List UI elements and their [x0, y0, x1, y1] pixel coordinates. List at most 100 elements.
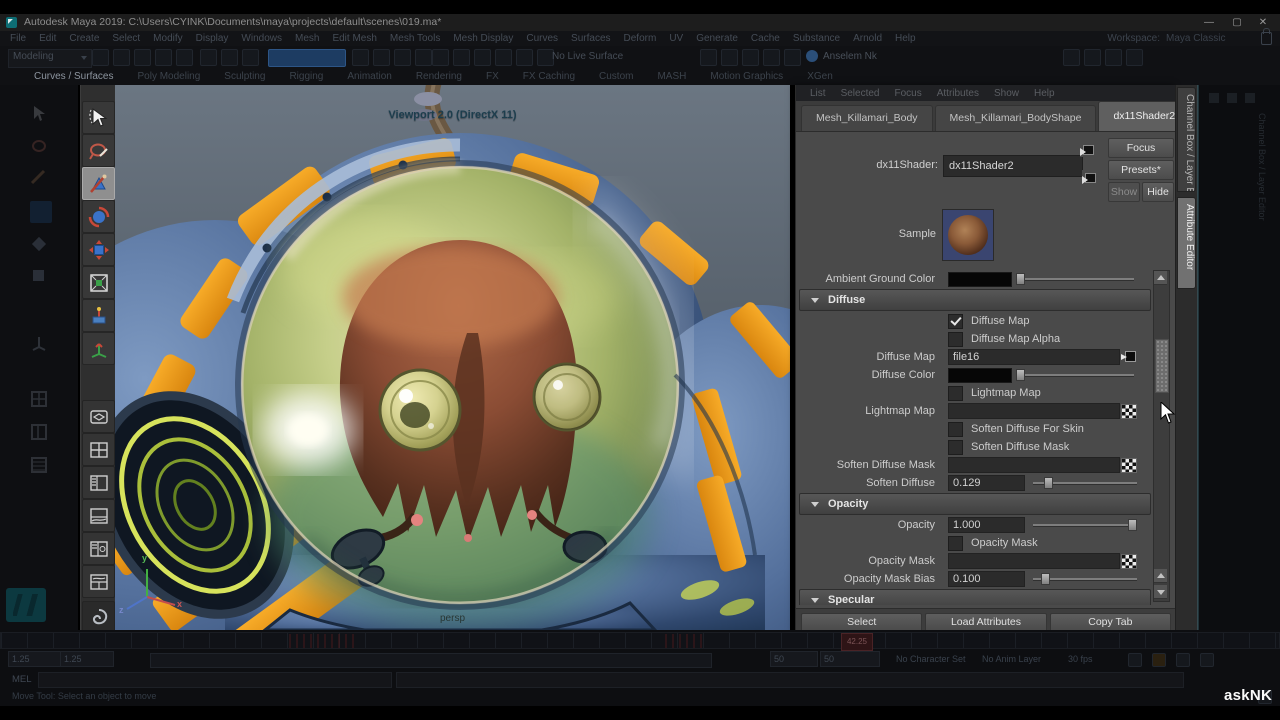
layout-three-pane-button[interactable] — [82, 565, 115, 598]
section-diffuse[interactable]: Diffuse — [799, 289, 1151, 311]
soften-diffuse-for-skin-checkbox[interactable] — [948, 422, 963, 437]
file-buttons-group[interactable] — [92, 49, 197, 66]
ae-menu-show[interactable]: Show — [994, 88, 1019, 99]
ambient-ground-color-swatch[interactable] — [948, 272, 1012, 287]
fps-dropdown[interactable]: 30 fps — [1068, 654, 1093, 664]
layout-four-pane-button[interactable] — [82, 433, 115, 466]
shelf-tab-xgen[interactable]: XGen — [807, 71, 833, 82]
menu-item-windows[interactable]: Windows — [241, 33, 282, 44]
layout-single-pane-button[interactable] — [82, 400, 115, 433]
ae-menu-focus[interactable]: Focus — [894, 88, 921, 99]
diffuse-color-swatch[interactable] — [948, 368, 1012, 383]
tab-mesh-killamari-body[interactable]: Mesh_Killamari_Body — [801, 105, 933, 131]
menu-item-surfaces[interactable]: Surfaces — [571, 33, 610, 44]
diffuse-map-alpha-checkbox[interactable] — [948, 332, 963, 347]
section-specular[interactable]: Specular — [799, 589, 1151, 605]
ae-menu-attributes[interactable]: Attributes — [937, 88, 979, 99]
diffuse-map-checkbox[interactable] — [948, 314, 963, 329]
shelf-tab-motion-graphics[interactable]: Motion Graphics — [710, 71, 783, 82]
minimize-button[interactable]: — — [1198, 17, 1220, 28]
history-icons-group[interactable] — [432, 49, 558, 66]
character-set-label[interactable]: No Character Set — [896, 654, 966, 664]
opacity-slider[interactable] — [1033, 518, 1137, 532]
menu-item-file[interactable]: File — [10, 33, 26, 44]
opacity-mask-checkbox[interactable] — [948, 536, 963, 551]
loop-icon[interactable] — [1128, 653, 1142, 667]
scroll-down-icon[interactable] — [1154, 585, 1167, 599]
graph-icon[interactable] — [1152, 653, 1166, 667]
ambient-ground-color-slider[interactable] — [1016, 272, 1134, 286]
menu-item-substance[interactable]: Substance — [793, 33, 840, 44]
soften-diffuse-mask-checkbox[interactable] — [948, 440, 963, 455]
active-input-highlight[interactable] — [268, 49, 346, 67]
soften-diffuse-value-field[interactable]: 0.129 — [948, 475, 1025, 491]
anim-layer-label[interactable]: No Anim Layer — [982, 654, 1041, 664]
menu-item-mesh-display[interactable]: Mesh Display — [453, 33, 513, 44]
ae-menu-help[interactable]: Help — [1034, 88, 1055, 99]
scale-tool-icon[interactable] — [82, 266, 115, 299]
attribute-editor-tab[interactable]: Attribute Editor — [1177, 197, 1196, 289]
section-opacity[interactable]: Opacity — [799, 493, 1151, 515]
shelf-tab-rendering[interactable]: Rendering — [416, 71, 462, 82]
menu-item-deform[interactable]: Deform — [624, 33, 657, 44]
ae-menu-list[interactable]: List — [810, 88, 826, 99]
tab-mesh-killamari-bodyshape[interactable]: Mesh_Killamari_BodyShape — [935, 105, 1097, 131]
lightmap-map-checker-icon[interactable] — [1121, 404, 1137, 419]
render-icons-group[interactable] — [700, 49, 805, 66]
attribute-scrollbar[interactable] — [1153, 270, 1170, 602]
menu-item-help[interactable]: Help — [895, 33, 916, 44]
menu-item-cache[interactable]: Cache — [751, 33, 780, 44]
shelf-tab-custom[interactable]: Custom — [599, 71, 633, 82]
ae-menu-selected[interactable]: Selected — [841, 88, 880, 99]
lasso-select-tool-icon[interactable] — [82, 134, 115, 167]
lightmap-map-field[interactable] — [948, 403, 1120, 419]
notes-icon[interactable] — [1080, 142, 1097, 157]
anim-start-field[interactable]: 1.25 — [60, 651, 114, 667]
diffuse-map-texture-icon[interactable] — [1121, 350, 1136, 363]
mel-label[interactable]: MEL — [12, 674, 32, 685]
layout-outliner-persp-button[interactable] — [82, 466, 115, 499]
selection-mode-group[interactable] — [200, 49, 263, 66]
shelf-tab-animation[interactable]: Animation — [347, 71, 391, 82]
scroll-up2-icon[interactable] — [1154, 569, 1167, 583]
menu-item-modify[interactable]: Modify — [153, 33, 182, 44]
menu-item-mesh-tools[interactable]: Mesh Tools — [390, 33, 440, 44]
lightmap-map-checkbox[interactable] — [948, 386, 963, 401]
layout-persp-graph-button[interactable] — [82, 499, 115, 532]
menu-set-dropdown[interactable]: Modeling — [8, 49, 92, 68]
opacity-mask-field[interactable] — [948, 553, 1120, 569]
menu-item-uv[interactable]: UV — [669, 33, 683, 44]
hide-button[interactable]: Hide — [1142, 182, 1174, 202]
soft-mod-tool-icon[interactable] — [82, 299, 115, 332]
menu-item-arnold[interactable]: Arnold — [853, 33, 882, 44]
rotate-tool-icon[interactable] — [82, 233, 115, 266]
presets-button[interactable]: Presets* — [1108, 160, 1174, 180]
channel-box-layer-editor-tab[interactable]: Channel Box / Layer Editor — [1177, 87, 1196, 192]
anim-end-field[interactable]: 50 — [770, 651, 818, 667]
opacity-mask-checker-icon[interactable] — [1121, 554, 1137, 569]
close-button[interactable]: ✕ — [1252, 17, 1274, 28]
scroll-up-icon[interactable] — [1154, 271, 1167, 285]
paint-select-tool-icon[interactable] — [82, 167, 115, 200]
menu-item-select[interactable]: Select — [112, 33, 140, 44]
select-tool-icon[interactable] — [82, 101, 115, 134]
shelf-tab-poly-modeling[interactable]: Poly Modeling — [137, 71, 200, 82]
soften-diffuse-mask-field[interactable] — [948, 457, 1120, 473]
soften-diffuse-slider[interactable] — [1033, 476, 1137, 490]
scrollbar-thumb[interactable] — [1155, 339, 1169, 393]
soften-diffuse-mask-checker-icon[interactable] — [1121, 458, 1137, 473]
shelf-tab-fx[interactable]: FX — [486, 71, 499, 82]
key-icon[interactable] — [1200, 653, 1214, 667]
diffuse-color-slider[interactable] — [1016, 368, 1134, 382]
menu-item-create[interactable]: Create — [69, 33, 99, 44]
shelf-tab-fx-caching[interactable]: FX Caching — [523, 71, 575, 82]
move-tool-icon[interactable] — [82, 200, 115, 233]
opacity-mask-bias-slider[interactable] — [1033, 572, 1137, 586]
material-sample-swatch[interactable] — [942, 209, 994, 261]
command-input[interactable] — [38, 672, 392, 688]
shelf-tab-curves-surfaces[interactable]: Curves / Surfaces — [34, 71, 113, 82]
menu-item-edit[interactable]: Edit — [39, 33, 56, 44]
opacity-mask-bias-value-field[interactable]: 0.100 — [948, 571, 1025, 587]
opacity-value-field[interactable]: 1.000 — [948, 517, 1025, 533]
last-tool-icon[interactable] — [82, 332, 115, 365]
